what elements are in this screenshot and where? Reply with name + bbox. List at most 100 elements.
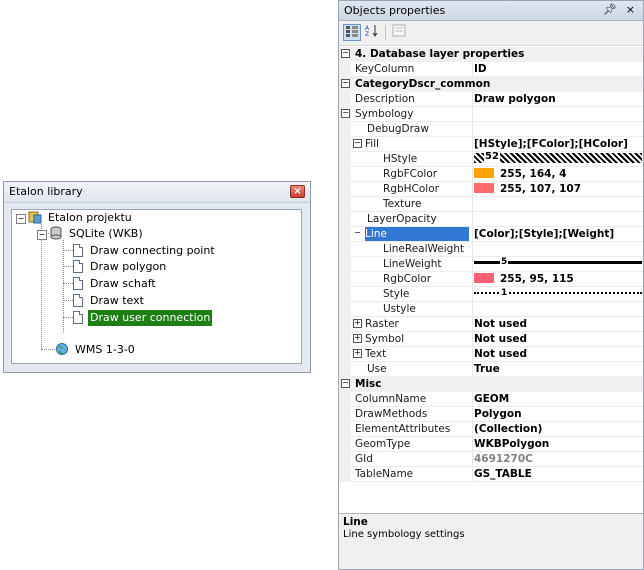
property-value[interactable]	[474, 197, 644, 211]
property-row[interactable]: DrawMethods Polygon	[339, 407, 643, 422]
property-value[interactable]	[474, 122, 644, 136]
collapse-toggle-icon[interactable]: −	[353, 139, 362, 148]
property-row[interactable]: RgbFColor 255, 164, 4	[339, 167, 643, 182]
property-row[interactable]: ColumnName GEOM	[339, 392, 643, 407]
property-value[interactable]	[474, 212, 644, 226]
property-row[interactable]: ElementAttributes (Collection)	[339, 422, 643, 437]
property-row[interactable]: LineRealWeight	[339, 242, 643, 257]
property-name: Ustyle	[383, 302, 471, 316]
property-row[interactable]: GId 4691270C	[339, 452, 643, 467]
column-separator	[472, 107, 473, 122]
column-separator	[472, 302, 473, 317]
property-row[interactable]: − Line [Color];[Style];[Weight]	[339, 227, 643, 242]
property-row[interactable]: RgbHColor 255, 107, 107	[339, 182, 643, 197]
property-name: Line	[365, 227, 469, 241]
property-value[interactable]: 255, 107, 107	[474, 182, 644, 196]
property-value[interactable]: WKBPolygon	[474, 437, 644, 451]
property-row[interactable]: Texture	[339, 197, 643, 212]
property-value[interactable]: GEOM	[474, 392, 644, 406]
property-value[interactable]: Not used	[474, 347, 644, 361]
property-name-text: LayerOpacity	[367, 213, 437, 225]
expand-toggle-icon[interactable]: +	[353, 319, 362, 328]
property-value[interactable]: GS_TABLE	[474, 467, 644, 481]
property-value[interactable]: Draw polygon	[474, 92, 644, 106]
property-row[interactable]: TableName GS_TABLE	[339, 467, 643, 482]
property-row[interactable]: LayerOpacity	[339, 212, 643, 227]
property-category-row[interactable]: −4. Database layer properties	[339, 47, 643, 62]
property-row[interactable]: GeomType WKBPolygon	[339, 437, 643, 452]
tree-node-wms[interactable]: WMS 1-3-0	[55, 342, 137, 358]
property-value[interactable]: 1	[474, 287, 644, 301]
property-row[interactable]: DebugDraw	[339, 122, 643, 137]
property-name-text: 4. Database layer properties	[355, 48, 525, 60]
property-row[interactable]: − Fill [HStyle];[FColor];[HColor]	[339, 137, 643, 152]
property-value[interactable]: Polygon	[474, 407, 644, 421]
property-row[interactable]: Use True	[339, 362, 643, 377]
property-row[interactable]: + Text Not used	[339, 347, 643, 362]
property-value[interactable]: 4691270C	[474, 452, 644, 466]
sqlite-collapse-toggle[interactable]: −	[37, 230, 47, 240]
categorized-view-button[interactable]	[343, 24, 361, 41]
property-row[interactable]: HStyle 52	[339, 152, 643, 167]
collapse-toggle-icon[interactable]: −	[353, 229, 362, 238]
tree-item[interactable]: Draw text	[73, 293, 146, 309]
tree-item[interactable]: Draw schaft	[73, 276, 158, 292]
property-value[interactable]: [HStyle];[FColor];[HColor]	[474, 137, 644, 151]
property-row[interactable]: − Symbology	[339, 107, 643, 122]
column-separator	[472, 317, 473, 332]
collapse-toggle-icon[interactable]: −	[341, 379, 350, 388]
collapse-toggle-icon[interactable]: −	[341, 79, 350, 88]
property-row[interactable]: + Symbol Not used	[339, 332, 643, 347]
property-row[interactable]: Ustyle	[339, 302, 643, 317]
expand-toggle-icon[interactable]: +	[353, 334, 362, 343]
property-value[interactable]: 255, 164, 4	[474, 167, 644, 181]
close-icon[interactable]: ×	[290, 185, 305, 198]
property-value-text: WKBPolygon	[474, 438, 550, 450]
alphabetical-view-button[interactable]: A Z	[363, 24, 381, 41]
property-value[interactable]: (Collection)	[474, 422, 644, 436]
property-row[interactable]: Description Draw polygon	[339, 92, 643, 107]
property-row[interactable]: RgbColor 255, 95, 115	[339, 272, 643, 287]
property-row[interactable]: KeyColumn ID	[339, 62, 643, 77]
property-value[interactable]	[474, 302, 644, 316]
property-value[interactable]: True	[474, 362, 644, 376]
collapse-toggle-icon[interactable]: −	[341, 109, 350, 118]
property-name-text: GeomType	[355, 438, 411, 450]
pin-icon[interactable]: 📌︎	[603, 3, 617, 16]
column-separator	[472, 467, 473, 482]
property-value[interactable]: 5	[474, 257, 644, 271]
property-value-text: Polygon	[474, 408, 522, 420]
expand-toggle-icon[interactable]: +	[353, 349, 362, 358]
property-value[interactable]: 255, 95, 115	[474, 272, 644, 286]
property-value[interactable]: 52	[474, 152, 644, 166]
property-value[interactable]: Not used	[474, 317, 644, 331]
tree-item[interactable]: Draw polygon	[73, 259, 168, 275]
property-row[interactable]: + Raster Not used	[339, 317, 643, 332]
tree-node-sqlite[interactable]: SQLite (WKB)	[49, 226, 145, 242]
property-value[interactable]	[474, 107, 644, 121]
property-category-row[interactable]: − Misc	[339, 377, 643, 392]
root-collapse-toggle[interactable]: −	[16, 214, 26, 224]
description-text: Line symbology settings	[343, 529, 465, 540]
properties-titlebar[interactable]: Objects properties 📌︎ ×	[339, 1, 643, 21]
property-value[interactable]: Not used	[474, 332, 644, 346]
tree-root-node[interactable]: Etalon projektu	[28, 210, 134, 226]
property-name: GeomType	[355, 437, 471, 451]
etalon-titlebar[interactable]: Etalon library ×	[4, 182, 310, 203]
close-icon[interactable]: ×	[626, 3, 635, 16]
property-row[interactable]: LineWeight 5	[339, 257, 643, 272]
property-name-text: DrawMethods	[355, 408, 428, 420]
property-name: CategoryDscr_common	[355, 77, 635, 91]
property-row[interactable]: Style 1	[339, 287, 643, 302]
property-category-row[interactable]: − CategoryDscr_common	[339, 77, 643, 92]
etalon-library-window: Etalon library × − Etalon projektu − SQL…	[3, 181, 311, 373]
tree-item-selected[interactable]: Draw user connection	[73, 310, 213, 326]
property-value-text: Not used	[474, 333, 528, 345]
tree-item[interactable]: Draw connecting point	[73, 243, 217, 259]
collapse-toggle-icon[interactable]: −	[341, 49, 350, 58]
property-value[interactable]	[474, 242, 644, 256]
property-value[interactable]: ID	[474, 62, 644, 76]
property-pages-button[interactable]	[390, 24, 408, 41]
property-name-text: ElementAttributes	[355, 423, 451, 435]
property-value[interactable]: [Color];[Style];[Weight]	[474, 227, 644, 241]
